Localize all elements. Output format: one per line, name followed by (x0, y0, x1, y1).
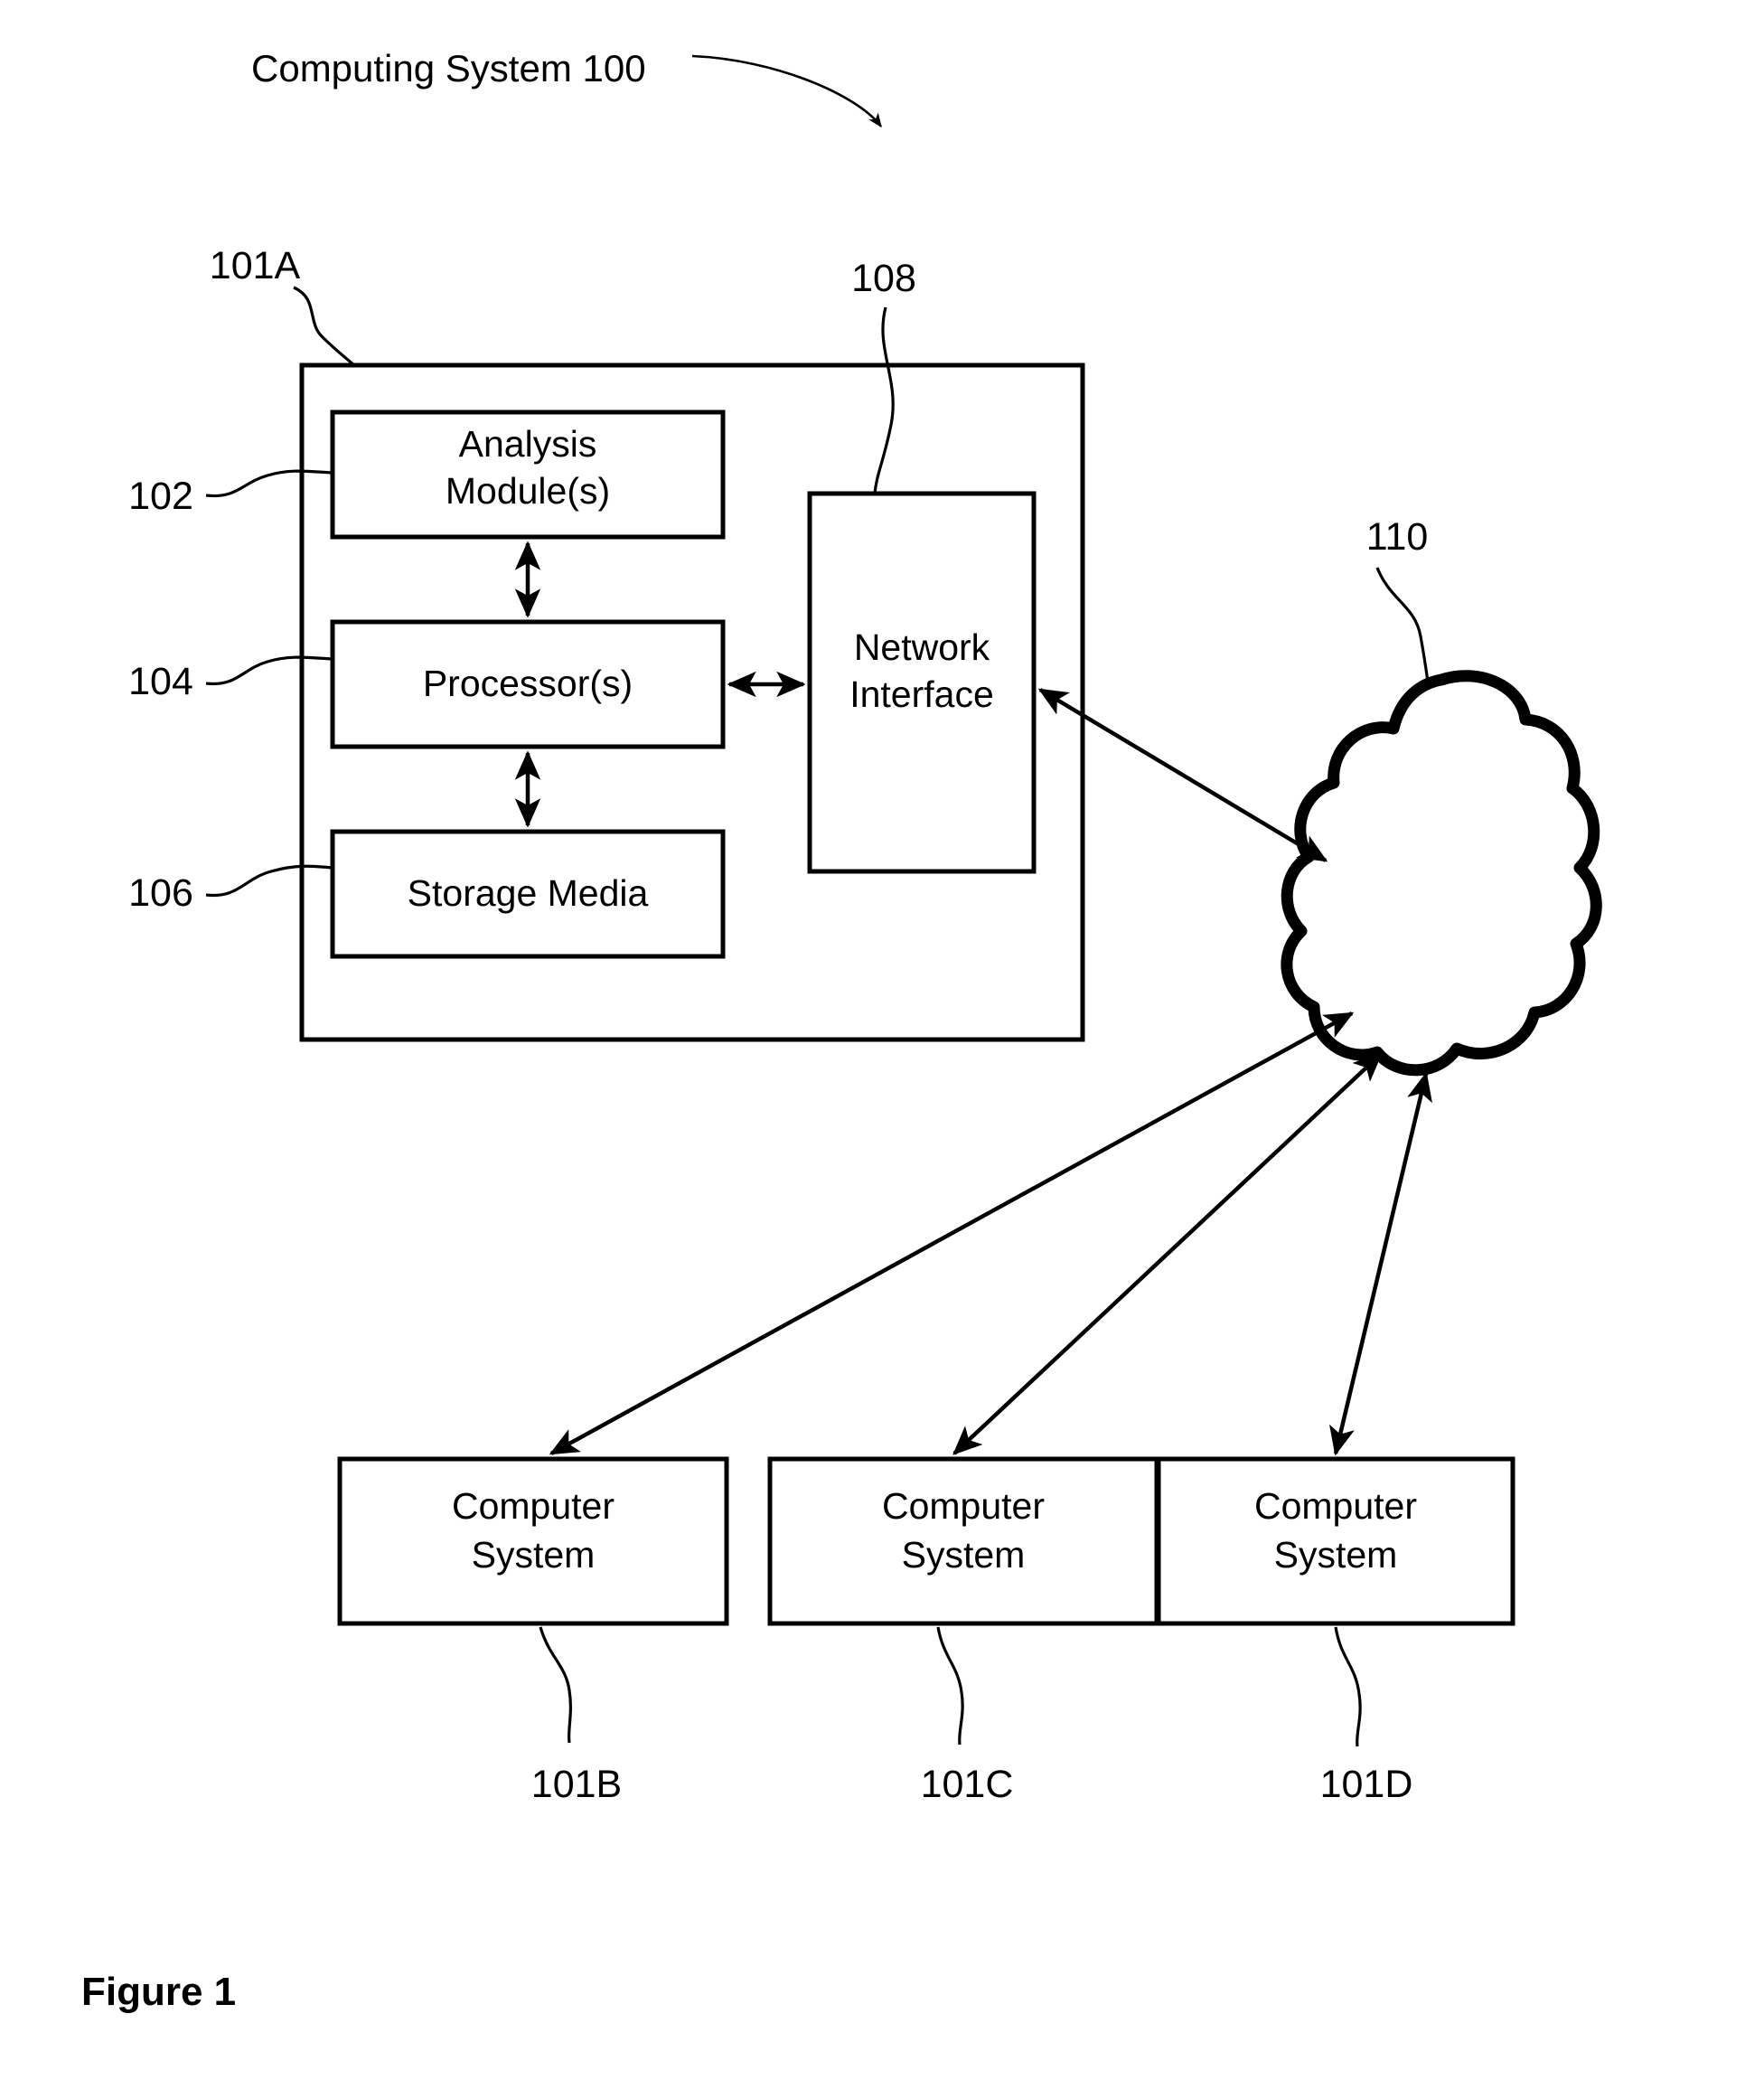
network-interface-label-line1: Network (854, 626, 990, 668)
ref-label-101C: 101C (921, 1763, 1014, 1806)
figure-1-diagram: Computing System 100 101A Analysis Modul… (0, 0, 1764, 2089)
ref-label-106: 106 (128, 871, 193, 915)
analysis-module-label-line1: Analysis (459, 423, 597, 465)
ref-label-102: 102 (128, 475, 193, 518)
computer-system-101C-label-line1: Computer (882, 1485, 1045, 1527)
ref-label-110: 110 (1366, 515, 1429, 559)
figure-caption: Figure 1 (81, 1970, 236, 2014)
ref-label-101B: 101B (531, 1763, 622, 1806)
computer-system-101D-label-line1: Computer (1254, 1485, 1417, 1527)
leader-101C (936, 1626, 964, 1746)
ref-label-104: 104 (128, 660, 193, 703)
leader-101A (293, 286, 356, 367)
leader-101D (1334, 1626, 1362, 1747)
computer-system-101B-label-line1: Computer (452, 1485, 615, 1527)
page-title: Computing System 100 (251, 47, 646, 89)
processor-label: Processor(s) (423, 663, 633, 704)
title-pointer-arrow (691, 54, 883, 128)
connector-cloud-101D (1329, 1071, 1432, 1456)
ref-label-108: 108 (851, 257, 916, 300)
analysis-module-label-line2: Module(s) (446, 470, 610, 512)
leader-110 (1375, 567, 1430, 682)
leader-104 (205, 655, 333, 686)
storage-media-label: Storage Media (408, 872, 649, 914)
computer-system-101C-label-line2: System (902, 1534, 1026, 1576)
network-cloud (1281, 670, 1602, 1077)
computer-system-101D-label-line2: System (1274, 1534, 1398, 1576)
network-interface-label-line2: Interface (849, 673, 994, 715)
leader-106 (205, 864, 333, 898)
ref-label-101D: 101D (1320, 1763, 1413, 1806)
leader-108 (873, 306, 895, 494)
ref-label-101A: 101A (210, 244, 301, 287)
computer-system-101B-label-line2: System (472, 1534, 596, 1576)
connector-cloud-101B (549, 1012, 1355, 1455)
leader-101B (539, 1626, 573, 1744)
leader-102 (205, 469, 333, 498)
